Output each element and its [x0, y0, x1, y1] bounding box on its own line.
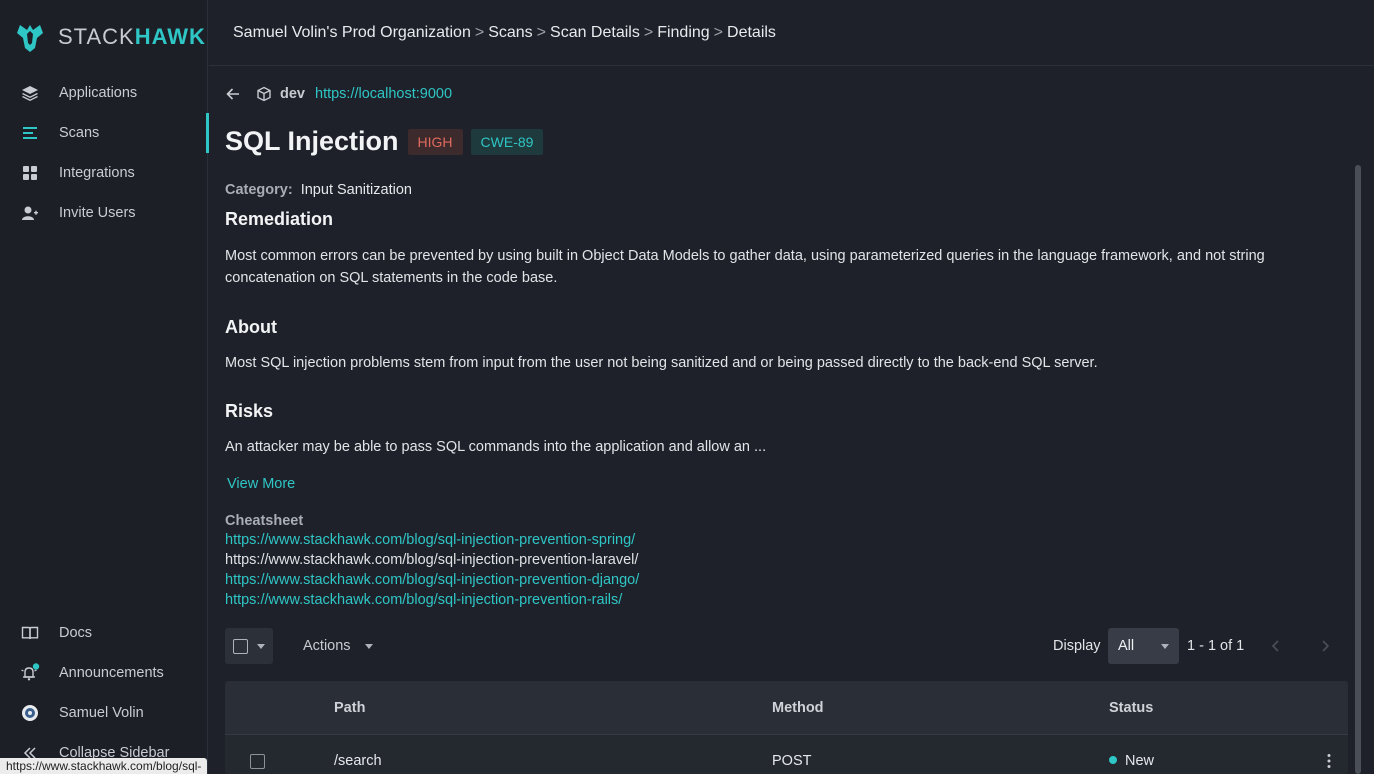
display-select[interactable]: All: [1108, 628, 1179, 664]
cheatsheet-link-rails[interactable]: https://www.stackhawk.com/blog/sql-injec…: [225, 590, 639, 610]
risks-heading: Risks: [225, 401, 274, 421]
breadcrumb-finding[interactable]: Finding: [657, 24, 709, 42]
select-all-checkbox[interactable]: [233, 638, 248, 654]
row-path[interactable]: /search: [334, 753, 382, 769]
remediation-text: Most common errors can be prevented by u…: [225, 248, 1265, 286]
view-more-link[interactable]: View More: [227, 476, 295, 492]
remediation-heading: Remediation: [225, 209, 334, 229]
table-row[interactable]: /search POST New: [225, 735, 1348, 774]
row-status: New: [1109, 753, 1154, 769]
sidebar-item-announcements[interactable]: Announcements: [0, 653, 208, 693]
breadcrumb-scans[interactable]: Scans: [488, 24, 532, 42]
breadcrumb-separator: >: [713, 23, 724, 41]
sidebar-item-invite-users[interactable]: Invite Users: [0, 193, 208, 233]
select-all-dropdown[interactable]: [225, 628, 273, 664]
sidebar-item-profile[interactable]: Samuel Volin: [0, 693, 208, 733]
paths-table: Path Method Status /search POST New: [225, 681, 1348, 774]
actions-dropdown[interactable]: Actions: [303, 628, 373, 664]
sidebar-item-integrations[interactable]: Integrations: [0, 153, 208, 193]
environment-name: dev: [280, 86, 305, 102]
sidebar-item-label: Integrations: [59, 165, 135, 181]
status-dot-icon: [1109, 756, 1117, 765]
sidebar-bottom-nav: Docs Announcements Samuel Volin Collapse…: [0, 613, 208, 773]
next-page-icon[interactable]: [1315, 636, 1335, 656]
book-icon: [20, 623, 40, 643]
cheatsheet-label: Cheatsheet: [225, 513, 304, 529]
sidebar-item-label: Samuel Volin: [59, 705, 144, 721]
display-label: Display: [1053, 638, 1101, 654]
sidebar-nav: Applications Scans Integrations Invite U…: [0, 73, 209, 233]
row-status-label: New: [1125, 753, 1155, 769]
stackhawk-logo[interactable]: STACKHAWK: [14, 20, 206, 54]
breadcrumb: Samuel Volin's Prod Organization > Scans…: [209, 0, 1374, 66]
column-header-method[interactable]: Method: [772, 681, 824, 735]
hawk-logo-icon: [17, 25, 43, 52]
cheatsheet-link-laravel[interactable]: https://www.stackhawk.com/blog/sql-injec…: [225, 550, 639, 570]
breadcrumb-details: Details: [727, 23, 776, 41]
back-arrow-icon[interactable]: [225, 86, 241, 102]
cheatsheet-link-spring[interactable]: https://www.stackhawk.com/blog/sql-injec…: [225, 530, 639, 550]
layers-icon: [20, 83, 40, 103]
breadcrumb-separator: >: [474, 23, 485, 41]
display-value: All: [1118, 638, 1135, 654]
cube-icon: [256, 86, 272, 102]
page-title: SQL Injection: [225, 126, 399, 156]
risks-text: An attacker may be able to pass SQL comm…: [225, 439, 767, 455]
column-header-status[interactable]: Status: [1109, 681, 1153, 735]
more-options-icon[interactable]: [1323, 753, 1335, 769]
user-plus-icon: [20, 203, 40, 223]
row-method: POST: [772, 753, 812, 769]
chevron-down-icon: [1161, 644, 1169, 649]
cwe-badge[interactable]: CWE-89: [470, 128, 544, 155]
actions-label: Actions: [303, 638, 351, 654]
row-checkbox[interactable]: [250, 754, 265, 769]
page-scrollbar[interactable]: [1355, 165, 1361, 774]
chevron-down-icon: [257, 643, 265, 649]
sidebar-item-label: Announcements: [59, 665, 164, 681]
sidebar-item-label: Invite Users: [59, 205, 136, 221]
sidebar-item-docs[interactable]: Docs: [0, 613, 208, 653]
about-heading: About: [225, 317, 277, 337]
sidebar-item-label: Applications: [59, 85, 138, 101]
scans-icon: [20, 123, 40, 143]
breadcrumb-separator: >: [536, 23, 547, 41]
sidebar-item-scans[interactable]: Scans: [0, 113, 209, 153]
bell-icon: [20, 663, 40, 683]
grid-icon: [20, 163, 40, 183]
sidebar-item-label: Scans: [59, 125, 100, 141]
severity-badge: HIGH: [407, 128, 463, 155]
category-label: Category:: [225, 182, 293, 198]
about-text: Most SQL injection problems stem from in…: [225, 355, 1098, 371]
column-header-path[interactable]: Path: [334, 681, 365, 735]
category-value: Input Sanitization: [300, 182, 412, 198]
sidebar: STACKHAWK Applications Scans Integration…: [0, 0, 209, 774]
breadcrumb-separator: >: [643, 23, 654, 41]
browser-status-url: https://www.stackhawk.com/blog/sql-injec…: [0, 758, 208, 774]
breadcrumb-organization[interactable]: Samuel Volin's Prod Organization: [233, 24, 471, 42]
avatar: [20, 703, 40, 723]
environment-row: dev https://localhost:9000: [225, 84, 452, 104]
pagination-count: 1 - 1 of 1: [1187, 638, 1245, 654]
cheatsheet-link-django[interactable]: https://www.stackhawk.com/blog/sql-injec…: [225, 570, 639, 590]
table-toolbar: Actions Display All 1 - 1 of 1: [225, 628, 1348, 664]
sidebar-item-applications[interactable]: Applications: [0, 73, 208, 113]
table-header: Path Method Status: [225, 681, 1348, 735]
application-url-link[interactable]: https://localhost:9000: [315, 86, 452, 102]
sidebar-item-label: Docs: [59, 625, 93, 641]
logo-wordmark: STACKHAWK: [58, 24, 206, 49]
chevron-down-icon: [364, 643, 373, 649]
breadcrumb-scan-details[interactable]: Scan Details: [550, 24, 640, 42]
cheatsheet-links: https://www.stackhawk.com/blog/sql-injec…: [225, 530, 639, 610]
prev-page-icon[interactable]: [1266, 636, 1286, 656]
title-row: SQL Injection HIGH CWE-89: [225, 126, 551, 157]
category: Category: Input Sanitization: [225, 182, 412, 198]
